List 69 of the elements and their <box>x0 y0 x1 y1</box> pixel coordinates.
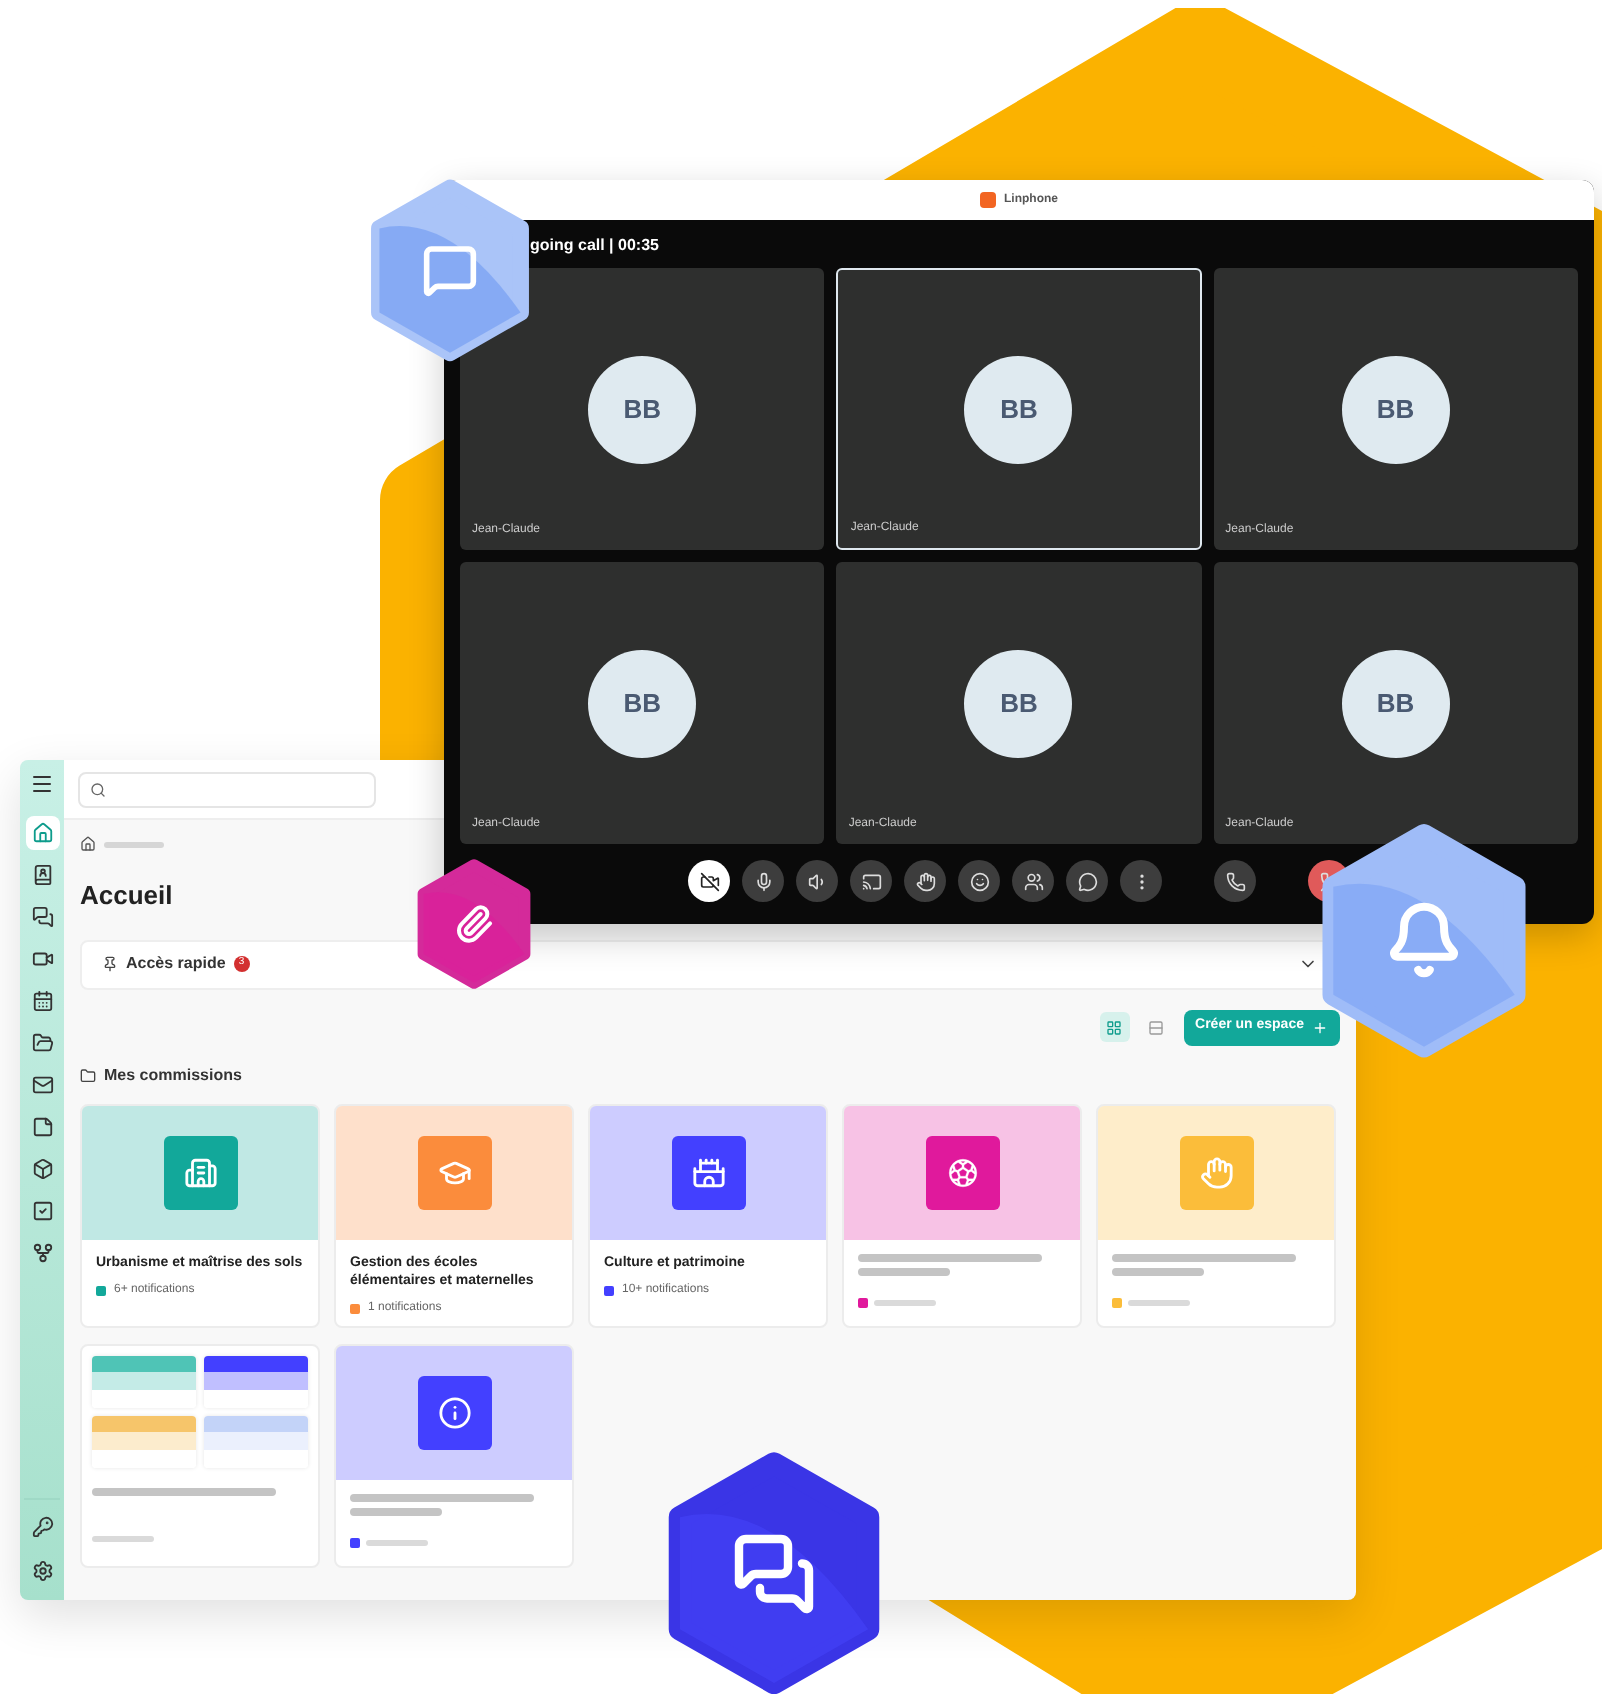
camera-off-icon <box>699 871 719 891</box>
placeholder-line <box>1128 1299 1190 1305</box>
call-control-button[interactable] <box>1066 860 1108 902</box>
home-icon[interactable] <box>80 836 96 852</box>
building-icon <box>183 1155 217 1189</box>
pin-icon <box>102 956 118 972</box>
hand-icon <box>1199 1155 1233 1189</box>
smiley-icon <box>969 871 989 891</box>
hexagon-badge <box>414 858 534 990</box>
commission-card[interactable] <box>334 1343 574 1567</box>
folder-icon <box>31 1032 53 1054</box>
view-toggle[interactable] <box>1099 1012 1130 1042</box>
phone-icon <box>1225 871 1245 891</box>
bell-icon <box>1384 900 1464 980</box>
home-icon <box>31 822 53 844</box>
chat-bubble-icon <box>422 242 478 298</box>
tower-icon <box>691 1155 725 1189</box>
contacts-icon <box>31 864 53 886</box>
template-card[interactable] <box>80 1343 320 1567</box>
folder-icon <box>80 1067 96 1083</box>
avatar: BB <box>964 649 1073 757</box>
call-control-button[interactable] <box>796 860 838 902</box>
mail-icon <box>31 1074 53 1096</box>
placeholder-line <box>874 1299 936 1305</box>
settings-icon <box>31 1560 53 1582</box>
key-icon <box>31 1516 53 1538</box>
avatar: BB <box>588 649 697 757</box>
page-title: Accueil <box>80 878 173 914</box>
people-icon <box>1023 871 1043 891</box>
placeholder-line <box>366 1539 428 1545</box>
section-title: Mes commissions <box>104 1063 242 1087</box>
grid-icon <box>1106 1019 1123 1035</box>
call-control-button[interactable] <box>1012 860 1054 902</box>
avatar: BB <box>964 355 1073 463</box>
info-icon <box>437 1395 471 1429</box>
call-control-button[interactable] <box>958 860 1000 902</box>
search-icon <box>90 781 106 797</box>
rows-icon <box>1148 1019 1165 1035</box>
hand-icon <box>915 871 935 891</box>
cube-icon <box>31 1158 53 1180</box>
paperclip-icon <box>454 904 494 944</box>
checkbox-icon <box>31 1200 53 1222</box>
app-logo-icon <box>980 192 996 208</box>
chat-icon <box>1077 871 1097 891</box>
call-control-button[interactable] <box>850 860 892 902</box>
avatar: BB <box>1341 355 1450 463</box>
branch-icon <box>31 1242 53 1264</box>
avatar: BB <box>588 355 697 463</box>
video-camera-icon <box>31 948 53 970</box>
calendar-icon <box>31 990 53 1012</box>
call-header: going call | 00:35 <box>528 234 661 258</box>
call-control-button[interactable] <box>904 860 946 902</box>
chat-icon <box>31 906 53 928</box>
placeholder-line <box>104 841 164 847</box>
menu-icon[interactable] <box>30 772 54 796</box>
call-control-button[interactable] <box>742 860 784 902</box>
commission-card[interactable] <box>842 1103 1082 1327</box>
microphone-icon <box>753 871 773 891</box>
note-icon <box>31 1116 53 1138</box>
placeholder-line <box>92 1535 154 1541</box>
speaker-icon <box>807 871 827 891</box>
cast-icon <box>861 871 881 891</box>
plus-icon <box>1312 1019 1328 1035</box>
search-field[interactable] <box>78 771 376 807</box>
quick-access-label: Accès rapide <box>126 952 226 976</box>
avatar: BB <box>1341 649 1450 757</box>
call-control-button[interactable] <box>1214 860 1256 902</box>
chat-bubbles-icon <box>732 1532 816 1616</box>
call-control-button[interactable] <box>688 860 730 902</box>
